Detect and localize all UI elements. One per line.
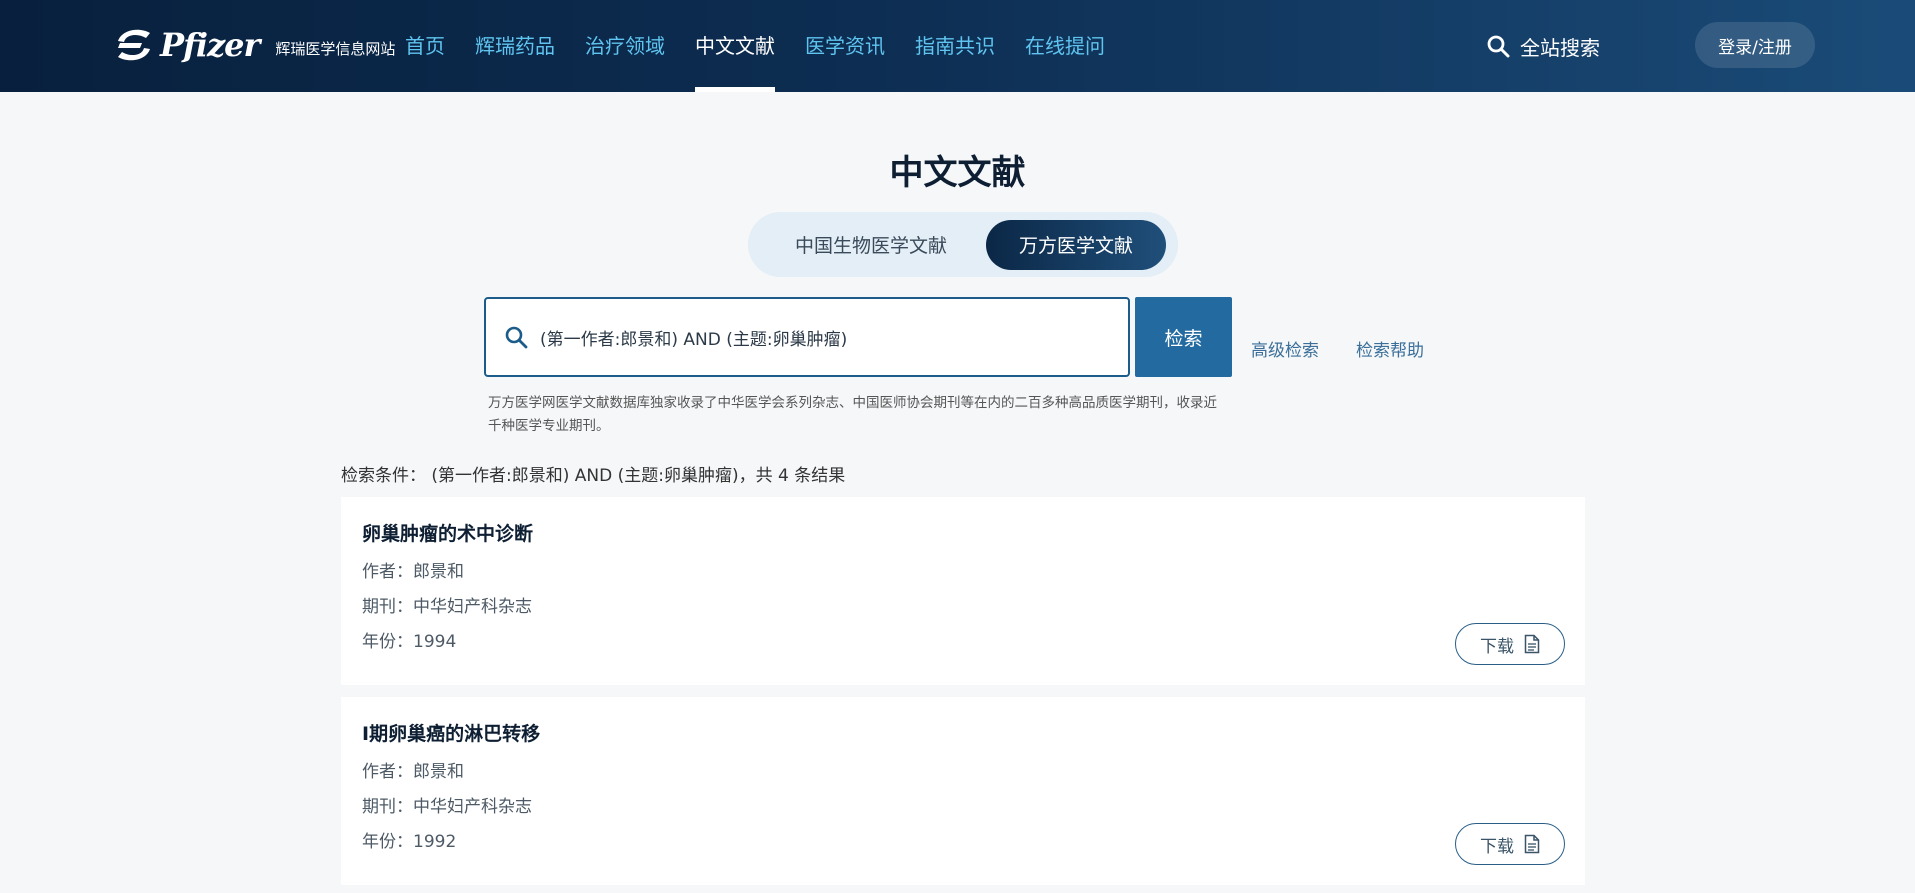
result-card: 卵巢肿瘤的术中诊断 作者：郎景和 期刊：中华妇产科杂志 年份：1994 下载 <box>341 497 1585 685</box>
main-nav: 首页 辉瑞药品 治疗领域 中文文献 医学资讯 指南共识 在线提问 <box>390 0 1120 92</box>
search-icon <box>505 326 528 349</box>
tab-sinomed[interactable]: 中国生物医学文献 <box>756 220 986 270</box>
result-card: Ⅰ期卵巢癌的淋巴转移 作者：郎景和 期刊：中华妇产科杂志 年份：1992 下载 <box>341 697 1585 885</box>
result-journal: 期刊：中华妇产科杂志 <box>362 597 532 617</box>
page-title: 中文文献 <box>889 153 1026 193</box>
database-tabs: 中国生物医学文献 万方医学文献 <box>748 212 1178 277</box>
site-search-label: 全站搜索 <box>1520 35 1600 60</box>
search-summary: 检索条件： (第一作者:郎景和) AND (主题:卵巢肿瘤)，共 4 条结果 <box>341 466 846 486</box>
search-box <box>484 297 1130 377</box>
tab-wanfang[interactable]: 万方医学文献 <box>986 219 1166 270</box>
result-author: 作者：郎景和 <box>362 762 464 782</box>
advanced-search-link[interactable]: 高级检索 <box>1251 336 1319 361</box>
result-year: 年份：1992 <box>362 832 457 852</box>
nav-item-home[interactable]: 首页 <box>390 0 460 92</box>
search-help-link[interactable]: 检索帮助 <box>1356 336 1424 361</box>
pfizer-logo-icon <box>112 23 156 67</box>
site-header: Pfizer 辉瑞医学信息网站 首页 辉瑞药品 治疗领域 中文文献 医学资讯 指… <box>0 0 1915 92</box>
login-register-button[interactable]: 登录/注册 <box>1695 22 1815 68</box>
result-title[interactable]: Ⅰ期卵巢癌的淋巴转移 <box>362 719 540 746</box>
nav-item-medical-news[interactable]: 医学资讯 <box>790 0 900 92</box>
pfizer-logo[interactable]: Pfizer 辉瑞医学信息网站 <box>112 18 395 72</box>
nav-item-products[interactable]: 辉瑞药品 <box>460 0 570 92</box>
nav-item-online-question[interactable]: 在线提问 <box>1010 0 1120 92</box>
search-input[interactable] <box>540 327 1100 347</box>
nav-item-guidelines[interactable]: 指南共识 <box>900 0 1010 92</box>
site-search-button[interactable]: 全站搜索 <box>1486 28 1600 64</box>
logo-wordmark: Pfizer <box>160 26 260 64</box>
download-label: 下载 <box>1480 836 1514 857</box>
search-button[interactable]: 检索 <box>1135 297 1232 377</box>
result-title[interactable]: 卵巢肿瘤的术中诊断 <box>362 519 533 546</box>
result-author: 作者：郎景和 <box>362 562 464 582</box>
result-journal: 期刊：中华妇产科杂志 <box>362 797 532 817</box>
document-icon <box>1524 834 1540 854</box>
search-icon <box>1487 35 1510 58</box>
result-year: 年份：1994 <box>362 632 457 652</box>
document-icon <box>1524 634 1540 654</box>
nav-item-therapy-areas[interactable]: 治疗领域 <box>570 0 680 92</box>
download-label: 下载 <box>1480 636 1514 657</box>
download-button[interactable]: 下载 <box>1455 623 1565 665</box>
download-button[interactable]: 下载 <box>1455 823 1565 865</box>
database-description: 万方医学网医学文献数据库独家收录了中华医学会系列杂志、中国医师协会期刊等在内的二… <box>488 395 1217 434</box>
logo-subtitle: 辉瑞医学信息网站 <box>275 39 396 58</box>
nav-item-chinese-literature[interactable]: 中文文献 <box>680 0 790 92</box>
